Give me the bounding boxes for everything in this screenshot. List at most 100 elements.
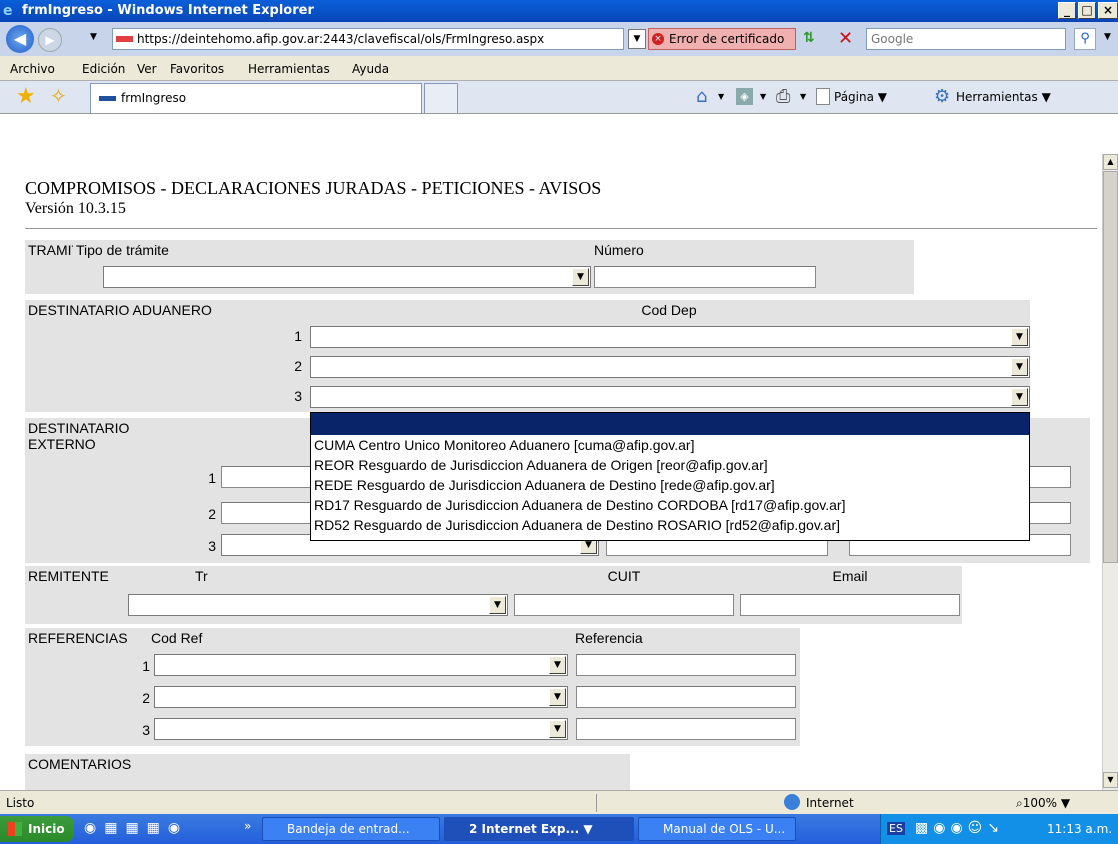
taskbar-item-internet[interactable]: 2 Internet Exp... ▼ (444, 817, 634, 841)
herramientas-menu[interactable]: Herramientas ▼ (956, 90, 1051, 104)
cod-dep-select-3[interactable]: ▼ (310, 386, 1030, 408)
address-toolbar: ◀ ▶ ▼ https://deintehomo.afip.gov.ar:244… (0, 22, 1118, 56)
menu-bar: Archivo Edición Ver Favoritos Herramient… (0, 56, 1118, 81)
status-text: Listo (6, 796, 35, 810)
dropdown-option[interactable]: REDE Resguardo de Jurisdiccion Aduanera … (311, 475, 1029, 495)
favorites-star-icon[interactable]: ★ (16, 84, 36, 109)
taskbar-item-manual[interactable]: Manual de OLS - U... (638, 817, 796, 841)
home-dropdown-icon[interactable]: ▼ (718, 92, 724, 101)
feeds-dropdown-icon[interactable]: ▼ (760, 92, 766, 101)
chevron-down-icon[interactable]: ▼ (489, 596, 506, 614)
maximize-button[interactable]: □ (1078, 2, 1096, 19)
numero-input[interactable] (594, 266, 816, 288)
search-icon[interactable]: ⚲ (1074, 28, 1096, 50)
new-tab-button[interactable] (424, 83, 458, 113)
search-input[interactable]: Google (866, 28, 1066, 50)
status-panels (596, 794, 772, 812)
taskbar: Inicio ◉▦▦▦◉ » Bandeja de entrad... 2 In… (0, 814, 1118, 844)
dest-externo-row-1: 1 (208, 470, 216, 486)
chevron-down-icon[interactable]: ▼ (1011, 328, 1028, 346)
dest-aduanero-label: DESTINATARIO ADUANERO (25, 300, 308, 322)
menu-edicion[interactable]: Edición (82, 62, 125, 76)
search-options-icon[interactable]: ▼ (1104, 32, 1111, 42)
certificate-error-button[interactable]: × Error de certificado (648, 28, 796, 50)
chevron-down-icon[interactable]: ▼ (549, 656, 566, 674)
zoom-level[interactable]: ⌕100% ▼ (1016, 796, 1070, 811)
page-favicon-icon (116, 36, 133, 42)
taskbar-item-bandeja[interactable]: Bandeja de entrad... (262, 817, 440, 841)
dest-aduanero-row-3: 3 (294, 388, 302, 404)
chevron-down-icon[interactable]: ▼ (572, 268, 589, 286)
print-icon[interactable]: ⎙ (776, 86, 790, 107)
referencias-row-1: 1 (142, 658, 150, 674)
print-dropdown-icon[interactable]: ▼ (800, 92, 806, 101)
email-input[interactable] (740, 594, 960, 616)
quicklaunch-icons[interactable]: ◉▦▦▦◉ (84, 820, 188, 836)
cod-ref-select-3[interactable]: ▼ (154, 718, 568, 740)
comentarios-label: COMENTARIOS (25, 754, 630, 778)
chevron-down-icon[interactable]: ▼ (549, 720, 566, 738)
history-dropdown-icon[interactable]: ▼ (90, 32, 97, 42)
pagina-menu[interactable]: Página ▼ (834, 90, 887, 104)
cod-dep-dropdown-list: CUMA Centro Unico Monitoreo Aduanero [cu… (310, 412, 1030, 541)
menu-archivo[interactable]: Archivo (10, 62, 55, 76)
menu-herramientas[interactable]: Herramientas (248, 62, 330, 76)
scroll-thumb[interactable] (1103, 171, 1118, 563)
referencia-input-2[interactable] (576, 686, 796, 708)
dest-externo-row-2: 2 (208, 506, 216, 522)
dropdown-option-empty[interactable] (311, 413, 1029, 435)
cuit-label: CUIT (510, 566, 738, 590)
dest-externo-row-3: 3 (208, 538, 216, 554)
home-icon[interactable]: ⌂ (696, 86, 707, 107)
comentarios-bg (25, 778, 630, 790)
dropdown-option[interactable]: RD17 Resguardo de Jurisdiccion Aduanera … (311, 495, 1029, 515)
cod-dep-select-1[interactable]: ▼ (310, 326, 1030, 348)
tipo-tramite-select[interactable]: ▼ (103, 266, 591, 288)
tab-toolbar: ★ ✧ frmIngreso ⌂ ▼ ◈ ▼ ⎙ ▼ Página ▼ ⚙ He… (0, 81, 1118, 114)
forward-button[interactable]: ▶ (38, 28, 62, 52)
feeds-icon[interactable]: ◈ (736, 88, 753, 105)
dropdown-option[interactable]: CUMA Centro Unico Monitoreo Aduanero [cu… (311, 435, 1029, 455)
add-favorite-icon[interactable]: ✧ (50, 84, 67, 108)
dest-aduanero-row-2: 2 (294, 358, 302, 374)
menu-favoritos[interactable]: Favoritos (170, 62, 224, 76)
scroll-up-button[interactable]: ▲ (1103, 154, 1118, 170)
cod-ref-select-2[interactable]: ▼ (154, 686, 568, 708)
chevron-down-icon[interactable]: ▼ (1011, 388, 1028, 406)
cuit-input[interactable] (514, 594, 734, 616)
start-button[interactable]: Inicio (0, 816, 74, 842)
stop-icon[interactable]: ✕ (838, 28, 860, 50)
page-version: Versión 10.3.15 (25, 200, 126, 217)
back-button[interactable]: ◀ (6, 25, 34, 53)
cod-dep-select-2[interactable]: ▼ (310, 356, 1030, 378)
cod-dep-label: Cod Dep (308, 300, 1030, 322)
referencia-input-1[interactable] (576, 654, 796, 676)
dest-externo-label-line1: DESTINATARIO (28, 420, 130, 436)
chevron-down-icon[interactable]: ▼ (1011, 358, 1028, 376)
address-field[interactable]: https://deintehomo.afip.gov.ar:2443/clav… (112, 28, 624, 50)
tools-gear-icon[interactable]: ⚙ (934, 86, 950, 107)
referencia-label: Referencia (572, 628, 800, 650)
menu-ayuda[interactable]: Ayuda (352, 62, 389, 76)
dest-aduanero-row-1: 1 (294, 328, 302, 344)
vertical-scrollbar[interactable]: ▲ ▼ (1102, 154, 1118, 790)
referencia-input-3[interactable] (576, 718, 796, 740)
language-indicator[interactable]: ES (887, 822, 905, 835)
cod-ref-select-1[interactable]: ▼ (154, 654, 568, 676)
tab-frmingreso[interactable]: frmIngreso (90, 83, 422, 113)
window-title-bar: e frmIngreso - Windows Internet Explorer… (0, 0, 1118, 22)
tr-select[interactable]: ▼ (128, 594, 508, 616)
chevron-down-icon[interactable]: ▼ (549, 688, 566, 706)
close-button[interactable]: × (1098, 2, 1118, 19)
scroll-down-button[interactable]: ▼ (1103, 772, 1118, 788)
menu-ver[interactable]: Ver (137, 62, 157, 76)
tray-icons[interactable]: ▩◉◉☺↘ (915, 820, 1004, 836)
minimize-button[interactable]: _ (1058, 2, 1076, 19)
dropdown-option[interactable]: RD52 Resguardo de Jurisdiccion Aduanera … (311, 515, 1029, 535)
address-dropdown-button[interactable]: ▼ (628, 29, 646, 49)
dest-externo-label-line2: EXTERNO (28, 436, 96, 452)
page-icon[interactable] (816, 88, 830, 105)
refresh-icon[interactable]: ⇅ (803, 30, 825, 50)
dropdown-option[interactable]: REOR Resguardo de Jurisdiccion Aduanera … (311, 455, 1029, 475)
quicklaunch-more-icon[interactable]: » (244, 819, 251, 833)
